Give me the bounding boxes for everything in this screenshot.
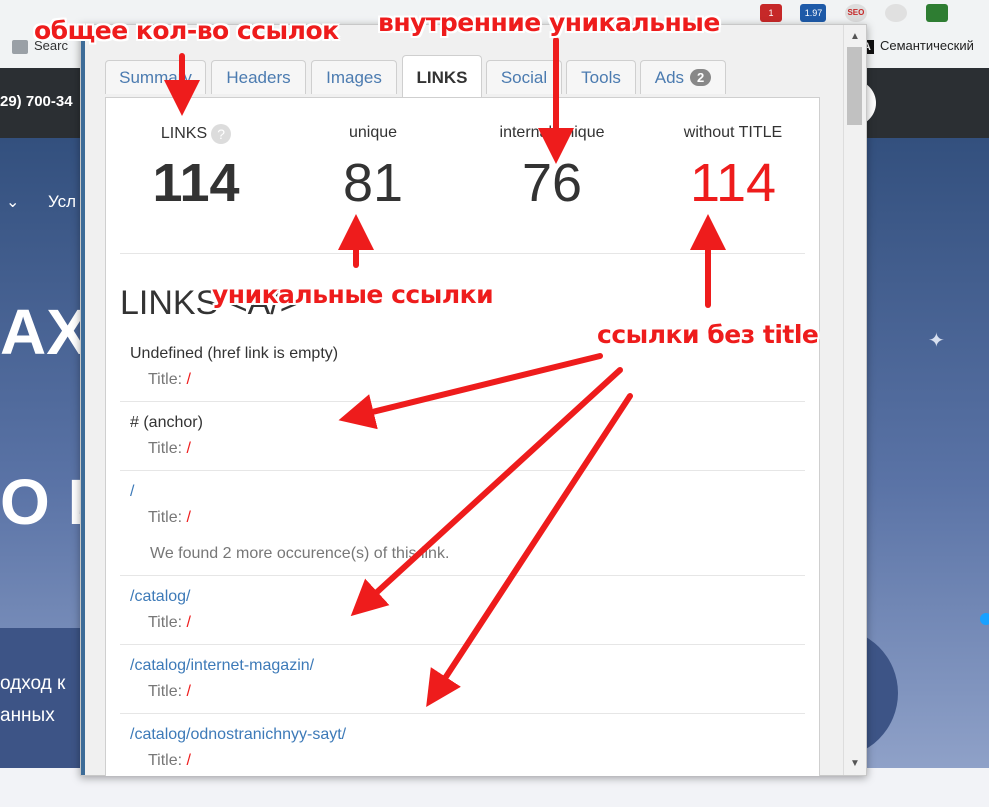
annotation-internal-unique: внутренние уникальные: [378, 8, 720, 37]
link-href: # (anchor): [130, 414, 203, 431]
annotation-unique-links: уникальные ссылки: [212, 280, 494, 309]
scroll-thumb[interactable]: [847, 47, 862, 125]
divider: [120, 253, 805, 254]
tab-headers[interactable]: Headers: [211, 60, 306, 94]
list-item: /catalog/internet-magazin/ Title: /: [120, 645, 805, 714]
links-list: Undefined (href link is empty) Title: / …: [120, 333, 805, 776]
popup-edge: [81, 25, 85, 775]
tab-images[interactable]: Images: [311, 60, 397, 94]
list-item: / Title: / We found 2 more occurence(s) …: [120, 471, 805, 576]
seo-extension-icon[interactable]: SEO: [844, 4, 867, 22]
extension-badge-1[interactable]: 1: [760, 4, 782, 22]
annotation-links-without-title: ссылки без title: [597, 320, 819, 349]
link-href[interactable]: /catalog/internet-magazin/: [130, 655, 795, 677]
link-title: Title: /: [148, 509, 191, 526]
link-href[interactable]: /: [130, 481, 795, 503]
site-nav-item[interactable]: Усл: [48, 192, 76, 212]
stat-links-value: 114: [152, 153, 240, 213]
stat-unique: unique 81: [283, 124, 463, 214]
stat-links: LINKS? 114: [106, 124, 286, 214]
link-title: Title: /: [148, 752, 191, 769]
links-panel: LINKS? 114 unique 81 internal unique 76 …: [105, 97, 820, 776]
list-item: /catalog/odnostranichnyy-sayt/ Title: /: [120, 714, 805, 776]
plus-decoration-icon: ✦: [928, 330, 945, 352]
bookmark-semantic[interactable]: AСемантический: [860, 38, 974, 54]
bookmark-icon: [12, 39, 28, 54]
links-stats: LINKS? 114 unique 81 internal unique 76 …: [106, 98, 819, 253]
link-more-occurrences: We found 2 more occurence(s) of this lin…: [150, 545, 450, 562]
tab-ads[interactable]: Ads 2: [640, 60, 726, 94]
hero-text: одход к анных: [0, 673, 66, 726]
link-title: Title: /: [148, 614, 191, 631]
popup-scrollbar[interactable]: ▲ ▼: [843, 25, 866, 775]
tab-tools[interactable]: Tools: [566, 60, 636, 94]
annotation-total-links: общее кол-во ссылок: [34, 16, 339, 45]
extension-badge-2[interactable]: 1.97: [800, 4, 827, 22]
tab-social[interactable]: Social: [486, 60, 562, 94]
ads-count-badge: 2: [690, 69, 712, 86]
tab-links[interactable]: LINKS: [402, 55, 482, 100]
gear-extension-icon[interactable]: [885, 4, 908, 22]
help-icon[interactable]: ?: [211, 124, 232, 144]
hero-heading-1: АХ: [0, 296, 89, 368]
link-href[interactable]: /catalog/: [130, 586, 795, 608]
stat-internal-unique-value: 76: [521, 153, 583, 213]
stat-without-title-value: 114: [689, 153, 777, 213]
blue-dot: [980, 613, 989, 625]
link-href[interactable]: /catalog/odnostranichnyy-sayt/: [130, 724, 795, 746]
stat-unique-value: 81: [342, 153, 404, 213]
stat-without-title: without TITLE 114: [643, 124, 819, 214]
scroll-down-icon[interactable]: ▼: [850, 758, 860, 769]
chevron-down-icon[interactable]: ⌄: [6, 192, 19, 212]
stat-internal-unique: internal unique 76: [462, 124, 642, 214]
link-title: Title: /: [148, 371, 191, 388]
list-item: /catalog/ Title: /: [120, 576, 805, 645]
list-item: # (anchor) Title: /: [120, 402, 805, 471]
extension-icons: 1 1.97 SEO: [760, 4, 962, 22]
site-phone[interactable]: 29) 700-34: [0, 93, 73, 110]
link-title: Title: /: [148, 683, 191, 700]
link-title: Title: /: [148, 440, 191, 457]
seo-extension-popup: Summary Headers Images LINKS Social Tool…: [80, 24, 867, 776]
tab-summary[interactable]: Summary: [105, 60, 206, 94]
scroll-up-icon[interactable]: ▲: [850, 31, 860, 42]
flag-extension-icon[interactable]: [925, 4, 948, 22]
